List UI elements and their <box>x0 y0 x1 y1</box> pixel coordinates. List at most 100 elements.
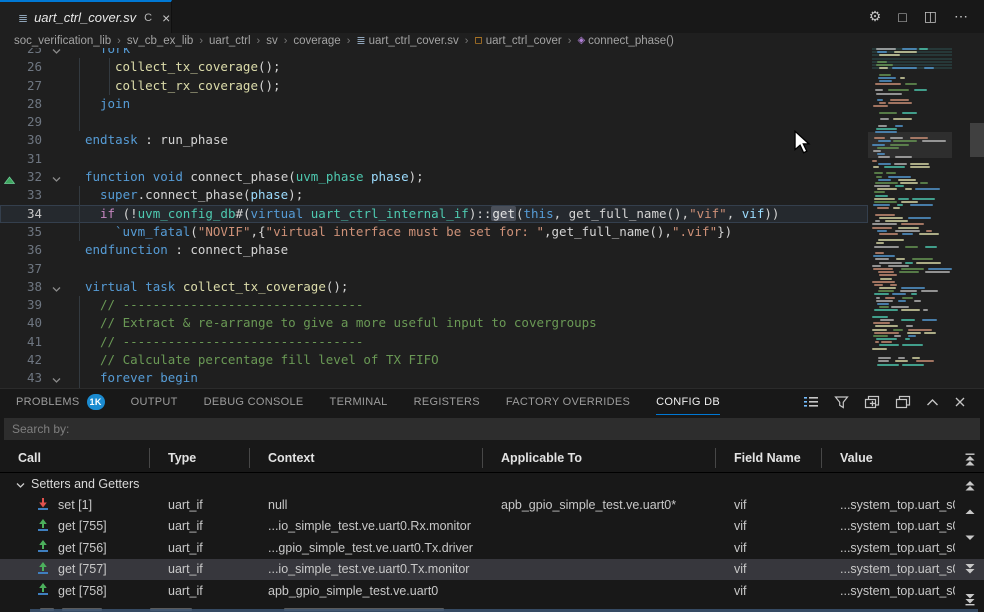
table-row-get-758[interactable]: get [758]uart_ifapb_gpio_simple_test.ve.… <box>0 580 984 601</box>
breadcrumb-item-uart-ctrl[interactable]: uart_ctrl <box>209 35 251 47</box>
indent-guide <box>79 351 80 369</box>
cell: ...io_simple_test.ve.uart0.Rx.monitor <box>250 519 483 533</box>
editor-scrollbar-thumb[interactable] <box>970 123 984 157</box>
breadcrumb-item-soc-verification-lib[interactable]: soc_verification_lib <box>14 35 111 47</box>
minimap-line <box>872 239 952 241</box>
breadcrumb-label: uart_ctrl_cover.sv <box>369 35 459 47</box>
code-line-31[interactable]: 31 <box>0 150 868 168</box>
view-as-list-icon[interactable] <box>803 395 819 409</box>
scroll-to-bottom-icon[interactable] <box>960 591 980 607</box>
column-header-call[interactable]: Call <box>0 448 150 468</box>
minimap-token <box>877 51 887 53</box>
indent-guide <box>79 333 80 351</box>
code-line-37[interactable]: 37 <box>0 260 868 278</box>
code-line-30[interactable]: 30endtask : run_phase <box>0 131 868 149</box>
panel-tab-config-db[interactable]: CONFIG DB <box>656 389 720 415</box>
open-new-panel-icon[interactable] <box>864 395 880 409</box>
minimap-token <box>876 48 895 50</box>
code-line-34[interactable]: 34if (!uvm_config_db#(virtual uart_ctrl_… <box>0 205 868 223</box>
minimap-token <box>878 360 889 362</box>
minimap-token <box>875 341 879 343</box>
breadcrumb-item-sv-cb-ex-lib[interactable]: sv_cb_ex_lib <box>127 35 193 47</box>
breadcrumb-item-connect-phase-[interactable]: ◈connect_phase() <box>577 35 673 47</box>
breadcrumb-item-coverage[interactable]: coverage <box>293 35 340 47</box>
close-tab-icon[interactable]: × <box>162 10 170 26</box>
code-line-38[interactable]: 38virtual task collect_tx_coverage(); <box>0 278 868 296</box>
code-line-41[interactable]: 41// -------------------------------- <box>0 333 868 351</box>
code-line-27[interactable]: 27collect_rx_coverage(); <box>0 77 868 95</box>
table-row-set-1[interactable]: set [1]uart_ifnullapb_gpio_simple_test.v… <box>0 494 984 515</box>
table-row-get-755[interactable]: get [755]uart_if...io_simple_test.ve.uar… <box>0 516 984 537</box>
line-up-icon[interactable] <box>960 504 980 520</box>
code-lines: 25fork26collect_tx_coverage();27collect_… <box>0 48 868 388</box>
code-line-42[interactable]: 42// Calculate percentage fill level of … <box>0 351 868 369</box>
table-row-get-756[interactable]: get [756]uart_if...gpio_simple_test.ve.u… <box>0 537 984 558</box>
cell-text: ...system_top.uart_s0 <box>840 584 955 598</box>
line-down-icon[interactable] <box>960 530 980 546</box>
indent-guide <box>79 77 80 95</box>
minimap-line <box>872 329 952 331</box>
breadcrumb-item-uart-ctrl-cover[interactable]: ◻uart_ctrl_cover <box>474 35 561 47</box>
table-row-get-757[interactable]: get [757]uart_if...io_simple_test.ve.uar… <box>0 559 984 580</box>
close-panel-icon[interactable] <box>954 396 966 408</box>
settings-gear-icon[interactable]: ⚙ <box>869 8 882 25</box>
code-line-32[interactable]: 32function void connect_phase(uvm_phase … <box>0 168 868 186</box>
code-line-40[interactable]: 40// Extract & re-arrange to give a more… <box>0 314 868 332</box>
fold-chevron-icon[interactable] <box>52 279 61 297</box>
line-number: 25 <box>0 48 42 58</box>
restore-window-icon[interactable]: □ <box>898 9 906 25</box>
code-line-33[interactable]: 33super.connect_phase(phase); <box>0 186 868 204</box>
minimap-line <box>872 112 952 114</box>
group-label: Setters and Getters <box>31 477 139 491</box>
minimap-token <box>893 207 900 209</box>
minimap-token <box>873 204 890 206</box>
minimap-line <box>872 96 952 98</box>
cell: uart_if <box>150 584 250 598</box>
editor-scrollbar[interactable] <box>952 48 984 388</box>
fold-chevron-icon[interactable] <box>52 370 61 388</box>
panel-tab-factory-overrides[interactable]: FACTORY OVERRIDES <box>506 389 630 415</box>
minimap-token <box>878 77 896 79</box>
scroll-to-top-icon[interactable] <box>960 451 980 467</box>
search-input[interactable] <box>4 418 980 440</box>
page-up-icon[interactable] <box>960 478 980 494</box>
panel-tab-debug-console[interactable]: DEBUG CONSOLE <box>204 389 304 415</box>
code-line-25[interactable]: 25fork <box>0 48 868 58</box>
breadcrumb-item-uart-ctrl-cover-sv[interactable]: ≣uart_ctrl_cover.sv <box>356 34 458 47</box>
maximize-panel-icon[interactable] <box>926 398 939 407</box>
group-row-setters-and-getters[interactable]: Setters and Getters <box>0 473 984 494</box>
page-down-icon[interactable] <box>960 561 980 577</box>
code-line-35[interactable]: 35`uvm_fatal("NOVIF",{"virtual interface… <box>0 223 868 241</box>
minimap-token <box>920 182 927 184</box>
filter-icon[interactable] <box>834 395 849 409</box>
minimap-line <box>872 198 952 200</box>
cell-text: uart_if <box>168 584 203 598</box>
code-line-39[interactable]: 39// -------------------------------- <box>0 296 868 314</box>
code-editor[interactable]: 25fork26collect_tx_coverage();27collect_… <box>0 48 984 388</box>
column-header-type[interactable]: Type <box>150 448 250 468</box>
column-header-applicable-to[interactable]: Applicable To <box>483 448 716 468</box>
panel-tab-output[interactable]: OUTPUT <box>131 389 178 415</box>
column-header-field-name[interactable]: Field Name <box>716 448 822 468</box>
code-line-29[interactable]: 29 <box>0 113 868 131</box>
minimap[interactable] <box>868 48 952 388</box>
code-line-28[interactable]: 28join <box>0 95 868 113</box>
fold-chevron-icon[interactable] <box>52 169 61 187</box>
minimap-token <box>872 144 885 146</box>
minimap-token <box>874 201 897 203</box>
code-line-43[interactable]: 43forever begin <box>0 369 868 387</box>
panel-tab-registers[interactable]: REGISTERS <box>414 389 480 415</box>
tab-uart-ctrl-cover[interactable]: ≣ uart_ctrl_cover.sv C × <box>0 0 172 33</box>
breadcrumb-item-sv[interactable]: sv <box>266 35 278 47</box>
code-line-36[interactable]: 36endfunction : connect_phase <box>0 241 868 259</box>
split-editor-icon[interactable]: ◫ <box>924 8 937 25</box>
column-header-value[interactable]: Value <box>822 448 955 468</box>
column-header-context[interactable]: Context <box>250 448 483 468</box>
duplicate-panel-icon[interactable] <box>895 395 911 409</box>
more-actions-icon[interactable]: ⋯ <box>954 8 968 25</box>
panel-tab-terminal[interactable]: TERMINAL <box>330 389 388 415</box>
panel-tab-label: CONFIG DB <box>656 389 720 415</box>
code-line-26[interactable]: 26collect_tx_coverage(); <box>0 58 868 76</box>
minimap-token <box>872 265 880 267</box>
panel-tab-problems[interactable]: PROBLEMS1K <box>16 389 105 415</box>
